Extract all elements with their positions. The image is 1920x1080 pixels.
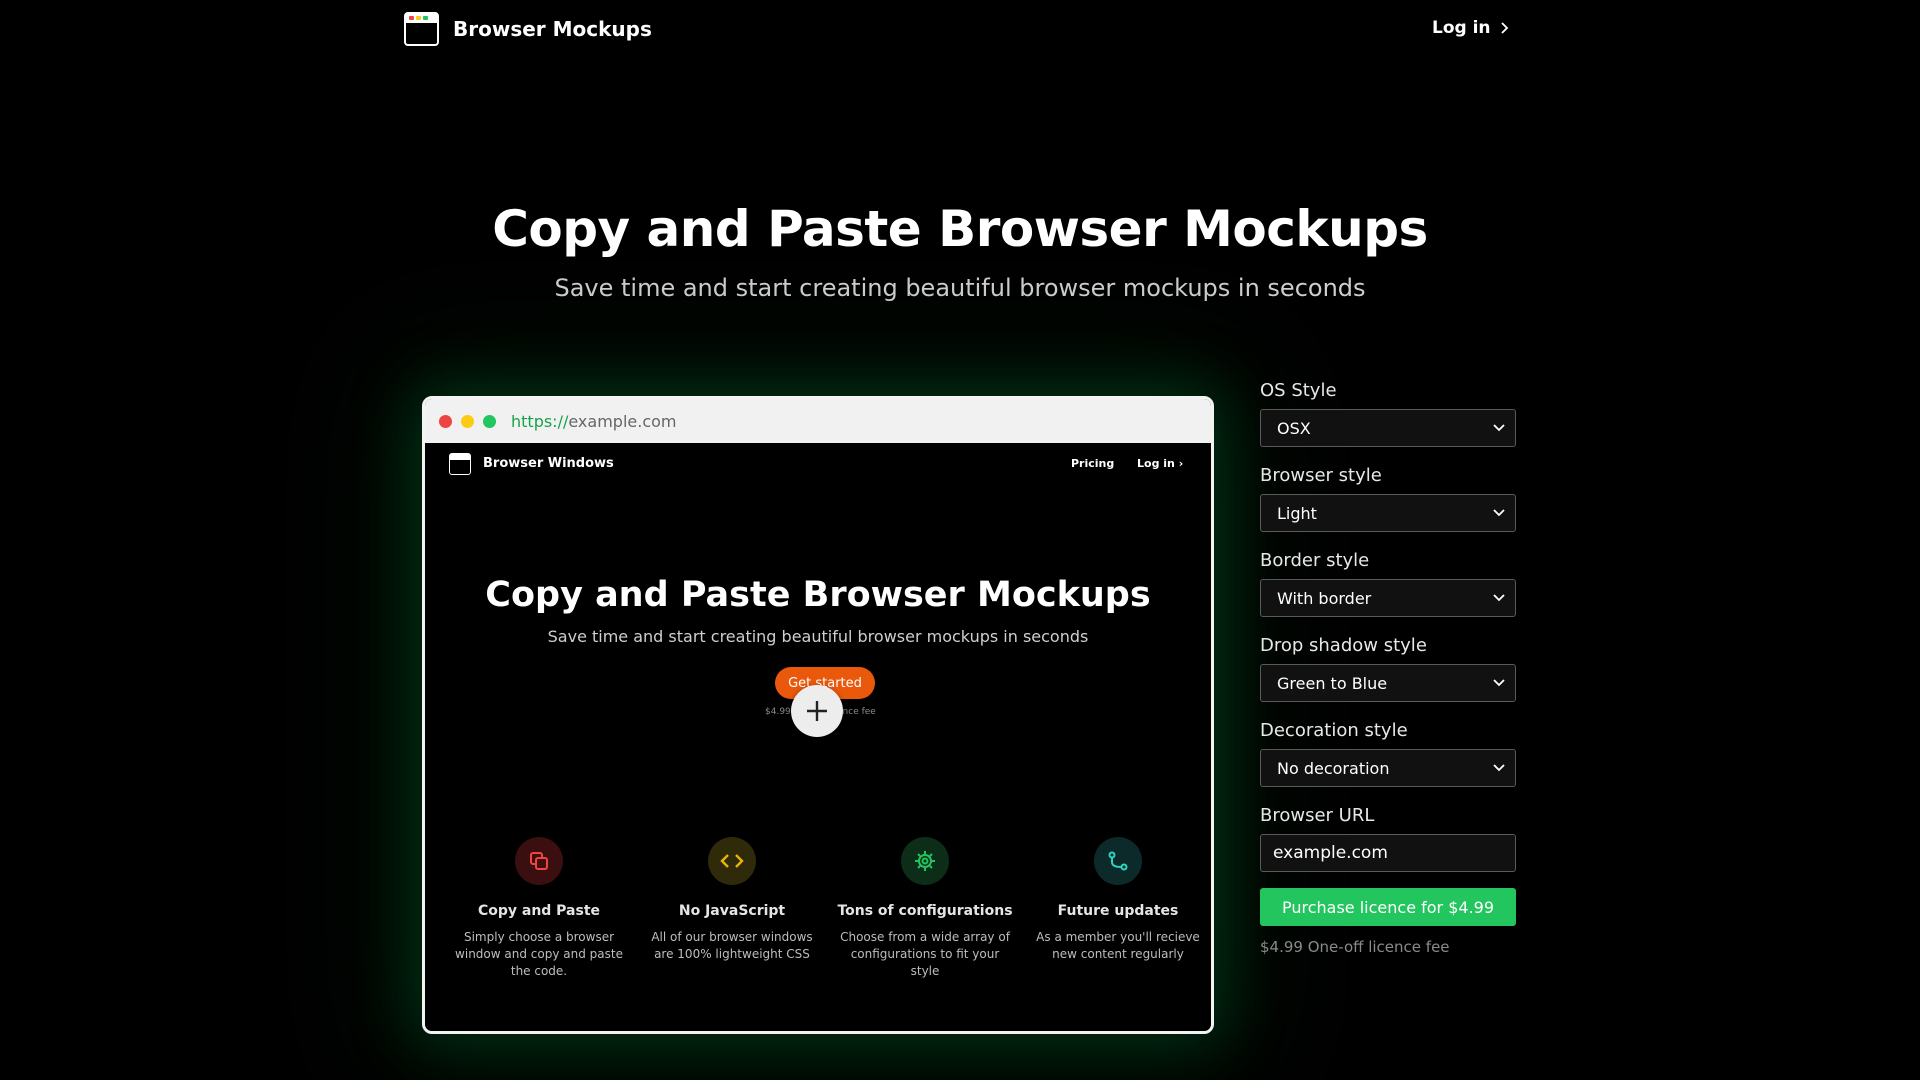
purchase-note: $4.99 One-off licence fee <box>1260 938 1450 956</box>
browser-url-label: Browser URL <box>1260 805 1375 826</box>
browser-style-value: Light <box>1277 503 1317 523</box>
url-domain: example.com <box>568 411 677 431</box>
code-icon <box>708 837 756 885</box>
inner-fee-price: $4.99 <box>765 707 791 717</box>
os-style-value: OSX <box>1277 418 1311 438</box>
os-style-label: OS Style <box>1260 380 1337 401</box>
url-protocol: https:// <box>511 411 569 431</box>
close-dot <box>439 414 452 428</box>
browser-mockup-preview: https://example.com Browser Windows Pric… <box>422 396 1214 1034</box>
border-style-select[interactable]: With border <box>1260 579 1516 617</box>
browser-url-value: example.com <box>1273 843 1388 863</box>
browser-style-select[interactable]: Light <box>1260 494 1516 532</box>
feature-title: Copy and Paste <box>477 903 601 919</box>
inner-title: Copy and Paste Browser Mockups <box>485 575 1151 615</box>
decoration-style-value: No decoration <box>1277 758 1390 778</box>
inner-navbar: Browser Windows Pricing Log in › <box>449 453 1191 479</box>
gear-icon <box>901 837 949 885</box>
chevron-down-icon <box>1493 509 1505 517</box>
border-style-value: With border <box>1277 588 1372 608</box>
brand-name: Browser Mockups <box>453 17 652 41</box>
chevron-down-icon <box>1493 679 1505 687</box>
feature-title: Future updates <box>1057 903 1179 919</box>
top-navbar: Browser Mockups Log in <box>0 0 1920 58</box>
browser-window-icon <box>449 453 471 475</box>
feature-desc: Simply choose a browser window and copy … <box>455 930 623 978</box>
git-branch-icon <box>1094 837 1142 885</box>
hero-title: Copy and Paste Browser Mockups <box>492 200 1428 258</box>
browser-style-label: Browser style <box>1260 465 1382 486</box>
login-link[interactable]: Log in <box>1432 18 1509 38</box>
feature-desc: All of our browser windows are 100% ligh… <box>651 930 813 961</box>
chevron-down-icon <box>1493 424 1505 432</box>
feature-no-javascript: No JavaScript All of our browser windows… <box>642 837 822 963</box>
inner-subtitle: Save time and start creating beautiful b… <box>547 627 1089 646</box>
inner-nav-pricing: Pricing <box>1071 457 1115 470</box>
plus-icon[interactable] <box>791 685 843 737</box>
brand-link[interactable]: Browser Mockups <box>404 12 652 46</box>
chevron-down-icon <box>1493 594 1505 602</box>
inner-nav-login: Log in › <box>1137 457 1184 470</box>
shadow-style-label: Drop shadow style <box>1260 635 1427 656</box>
decoration-style-label: Decoration style <box>1260 720 1408 741</box>
feature-future-updates: Future updates As a member you'll reciev… <box>1028 837 1208 963</box>
decoration-style-select[interactable]: No decoration <box>1260 749 1516 787</box>
feature-configurations: Tons of configurations Choose from a wid… <box>835 837 1015 980</box>
config-panel: OS Style OSX Browser style Light Border … <box>1260 380 1516 956</box>
address-bar-url: https://example.com <box>511 412 676 431</box>
feature-desc: As a member you'll recieve new content r… <box>1036 930 1200 961</box>
maximize-dot <box>483 414 496 428</box>
purchase-button[interactable]: Purchase licence for $4.99 <box>1260 888 1516 926</box>
browser-chrome-bar: https://example.com <box>425 399 1211 443</box>
chevron-down-icon <box>1493 764 1505 772</box>
os-style-select[interactable]: OSX <box>1260 409 1516 447</box>
hero-subtitle: Save time and start creating beautiful b… <box>554 274 1366 302</box>
feature-title: No JavaScript <box>678 903 786 919</box>
browser-url-input[interactable]: example.com <box>1260 834 1516 872</box>
border-style-label: Border style <box>1260 550 1370 571</box>
feature-copy-paste: Copy and Paste Simply choose a browser w… <box>449 837 629 980</box>
shadow-style-value: Green to Blue <box>1277 673 1388 693</box>
browser-window-icon <box>404 12 439 46</box>
inner-login-label: Log in <box>1137 457 1175 470</box>
login-label: Log in <box>1432 18 1491 38</box>
chevron-right-icon <box>1500 22 1508 34</box>
minimize-dot <box>461 414 474 428</box>
inner-brand: Browser Windows <box>483 456 614 471</box>
copy-icon <box>515 837 563 885</box>
feature-desc: Choose from a wide array of configuratio… <box>840 930 1010 978</box>
shadow-style-select[interactable]: Green to Blue <box>1260 664 1516 702</box>
feature-title: Tons of configurations <box>837 903 1013 919</box>
mockup-content: Browser Windows Pricing Log in › Copy an… <box>425 443 1211 1031</box>
